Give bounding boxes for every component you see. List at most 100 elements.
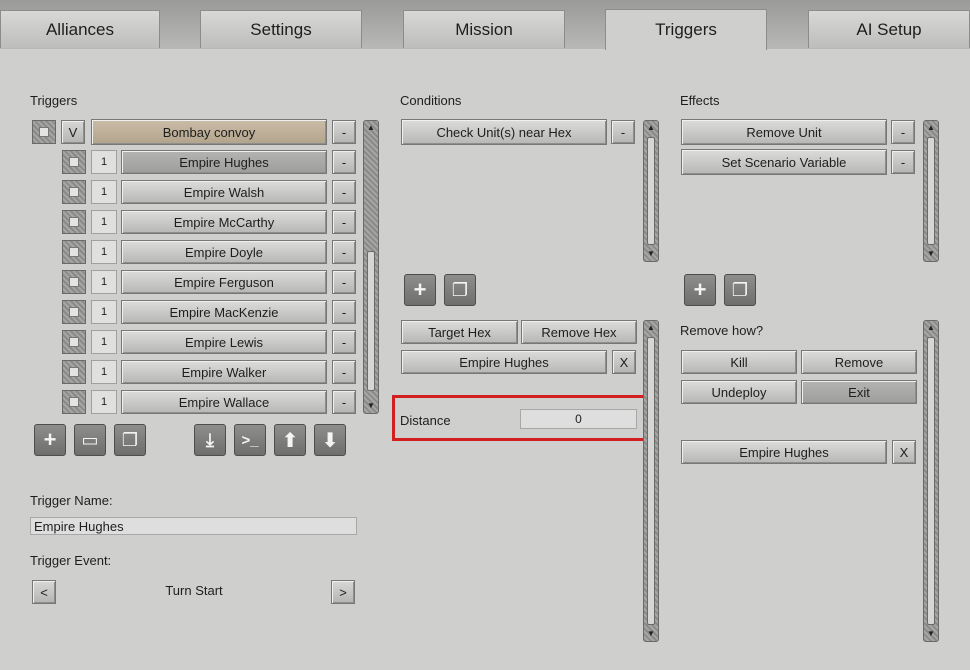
scroll-up-arrow-icon[interactable]: ▲ xyxy=(926,123,936,133)
scroll-up-arrow-icon[interactable]: ▲ xyxy=(366,123,376,133)
condition-remove-button[interactable]: - xyxy=(611,120,635,144)
remove-hex-button[interactable]: Remove Hex xyxy=(521,320,637,344)
folder-icon[interactable]: ▭ xyxy=(74,424,106,456)
effect-item-set-variable[interactable]: Set Scenario Variable xyxy=(681,149,887,175)
scroll-down-arrow-icon[interactable]: ▼ xyxy=(366,401,376,411)
trigger-row-remove-button[interactable]: - xyxy=(332,330,356,354)
scroll-up-arrow-icon[interactable]: ▲ xyxy=(646,123,656,133)
effects-scrollbar[interactable]: ▲ ▼ xyxy=(923,120,939,262)
trigger-row-remove-button[interactable]: - xyxy=(332,150,356,174)
scroll-down-arrow-icon[interactable]: ▼ xyxy=(646,629,656,639)
trigger-row-checkbox[interactable] xyxy=(62,300,86,324)
copy-icon[interactable]: ❐ xyxy=(114,424,146,456)
effect-remove-button[interactable]: - xyxy=(891,120,915,144)
scroll-down-arrow-icon[interactable]: ▼ xyxy=(646,249,656,259)
scroll-up-arrow-icon[interactable]: ▲ xyxy=(926,323,936,333)
trigger-row-checkbox[interactable] xyxy=(62,330,86,354)
effect-unit-button[interactable]: Empire Hughes xyxy=(681,440,887,464)
trigger-row-checkbox[interactable] xyxy=(62,240,86,264)
condition-item[interactable]: Check Unit(s) near Hex xyxy=(401,119,607,145)
scroll-down-arrow-icon[interactable]: ▼ xyxy=(926,629,936,639)
effect-detail-scrollbar[interactable]: ▲ ▼ xyxy=(923,320,939,642)
group-checkbox[interactable] xyxy=(32,120,56,144)
tab-ai-setup[interactable]: AI Setup xyxy=(808,10,970,48)
trigger-row-checkbox[interactable] xyxy=(62,360,86,384)
trigger-row-remove-button[interactable]: - xyxy=(332,210,356,234)
trigger-row-remove-button[interactable]: - xyxy=(332,390,356,414)
trigger-row-count: 1 xyxy=(91,390,117,414)
trigger-name-label: Trigger Name: xyxy=(30,493,113,508)
trigger-row-checkbox[interactable] xyxy=(62,150,86,174)
trigger-row-button[interactable]: Empire Hughes xyxy=(121,150,327,174)
trigger-row-button[interactable]: Empire Lewis xyxy=(121,330,327,354)
trigger-row-count: 1 xyxy=(91,150,117,174)
trigger-row-checkbox[interactable] xyxy=(62,270,86,294)
trigger-row-count: 1 xyxy=(91,270,117,294)
trigger-row-remove-button[interactable]: - xyxy=(332,240,356,264)
conditions-scrollbar[interactable]: ▲ ▼ xyxy=(643,120,659,262)
effect-item-remove-unit[interactable]: Remove Unit xyxy=(681,119,887,145)
kill-button[interactable]: Kill xyxy=(681,350,797,374)
add-effect-icon[interactable]: + xyxy=(684,274,716,306)
trigger-row-remove-button[interactable]: - xyxy=(332,270,356,294)
remove-button[interactable]: Remove xyxy=(801,350,917,374)
trigger-row-remove-button[interactable]: - xyxy=(332,180,356,204)
console-icon[interactable]: >_ xyxy=(234,424,266,456)
remove-how-label: Remove how? xyxy=(680,323,764,338)
trigger-row-button[interactable]: Empire Walker xyxy=(121,360,327,384)
effect-unit-clear-button[interactable]: X xyxy=(892,440,916,464)
move-up-icon[interactable]: ⬆ xyxy=(274,424,306,456)
trigger-name-input[interactable]: Empire Hughes xyxy=(30,517,357,535)
scroll-thumb[interactable] xyxy=(647,337,655,625)
trigger-row-button[interactable]: Empire Ferguson xyxy=(121,270,327,294)
effect-remove-button[interactable]: - xyxy=(891,150,915,174)
trigger-row-count: 1 xyxy=(91,360,117,384)
trigger-row-count: 1 xyxy=(91,330,117,354)
trigger-row-button[interactable]: Empire Walsh xyxy=(121,180,327,204)
scroll-thumb[interactable] xyxy=(927,137,935,245)
exit-button[interactable]: Exit xyxy=(801,380,917,404)
move-down-icon[interactable]: ⬇ xyxy=(314,424,346,456)
undeploy-button[interactable]: Undeploy xyxy=(681,380,797,404)
trigger-row-checkbox[interactable] xyxy=(62,180,86,204)
trigger-group-button[interactable]: Bombay convoy xyxy=(91,119,327,145)
trigger-row-button[interactable]: Empire McCarthy xyxy=(121,210,327,234)
trigger-row-count: 1 xyxy=(91,180,117,204)
condition-detail-scrollbar[interactable]: ▲ ▼ xyxy=(643,320,659,642)
distance-input[interactable]: 0 xyxy=(520,409,637,429)
tab-settings[interactable]: Settings xyxy=(200,10,362,48)
triggers-heading: Triggers xyxy=(30,93,78,108)
group-expand-toggle[interactable]: V xyxy=(61,120,85,144)
trigger-row-button[interactable]: Empire Doyle xyxy=(121,240,327,264)
copy-condition-icon[interactable]: ❐ xyxy=(444,274,476,306)
trigger-row-count: 1 xyxy=(91,210,117,234)
trigger-event-label: Trigger Event: xyxy=(30,553,112,568)
add-condition-icon[interactable]: + xyxy=(404,274,436,306)
event-next-button[interactable]: > xyxy=(331,580,355,604)
copy-effect-icon[interactable]: ❐ xyxy=(724,274,756,306)
condition-unit-button[interactable]: Empire Hughes xyxy=(401,350,607,374)
trigger-row-remove-button[interactable]: - xyxy=(332,360,356,384)
event-prev-button[interactable]: < xyxy=(32,580,56,604)
trigger-row-checkbox[interactable] xyxy=(62,210,86,234)
scroll-up-arrow-icon[interactable]: ▲ xyxy=(646,323,656,333)
import-icon[interactable]: ⤓ xyxy=(194,424,226,456)
trigger-row-count: 1 xyxy=(91,240,117,264)
trigger-row-remove-button[interactable]: - xyxy=(332,300,356,324)
scroll-down-arrow-icon[interactable]: ▼ xyxy=(926,249,936,259)
trigger-row-button[interactable]: Empire Wallace xyxy=(121,390,327,414)
group-remove-button[interactable]: - xyxy=(332,120,356,144)
effects-heading: Effects xyxy=(680,93,720,108)
scroll-thumb[interactable] xyxy=(647,137,655,245)
scroll-thumb[interactable] xyxy=(927,337,935,625)
trigger-row-checkbox[interactable] xyxy=(62,390,86,414)
scroll-thumb[interactable] xyxy=(367,251,375,391)
triggers-scrollbar[interactable]: ▲ ▼ xyxy=(363,120,379,414)
add-icon[interactable]: + xyxy=(34,424,66,456)
tab-mission[interactable]: Mission xyxy=(403,10,565,48)
target-hex-button[interactable]: Target Hex xyxy=(401,320,518,344)
trigger-row-button[interactable]: Empire MacKenzie xyxy=(121,300,327,324)
condition-unit-clear-button[interactable]: X xyxy=(612,350,636,374)
tab-alliances[interactable]: Alliances xyxy=(0,10,160,48)
tab-triggers[interactable]: Triggers xyxy=(605,9,767,50)
